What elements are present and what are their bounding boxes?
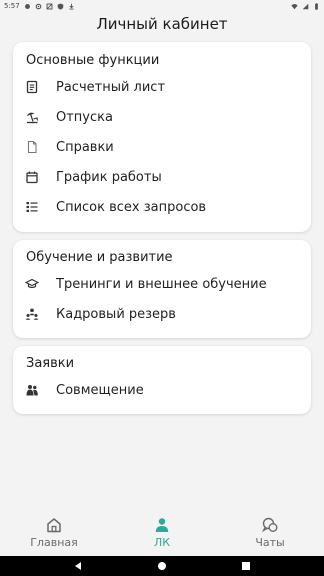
menu-item-all-requests[interactable]: Список всех запросов [13,192,311,222]
menu-item-trainings[interactable]: Тренинги и внешнее обучение [13,269,311,299]
bottom-navigation: Главная ЛК Чаты [0,508,324,556]
menu-item-certificates[interactable]: Справки [13,132,311,162]
system-navigation-bar [0,556,324,576]
menu-item-label: Расчетный лист [56,79,166,95]
nav-label: Главная [30,536,78,549]
menu-item-label: График работы [56,169,162,185]
settings-icon [35,3,42,10]
person-icon [153,516,171,534]
menu-item-vacations[interactable]: Отпуска [13,102,311,132]
document-icon [25,140,39,154]
nav-tab-lk[interactable]: ЛК [108,508,216,556]
team-icon [25,307,39,321]
home-icon [45,516,63,534]
menu-item-label: Тренинги и внешнее обучение [56,276,267,292]
status-bar: 5:57 [0,0,324,12]
back-icon[interactable] [73,561,83,571]
status-dot-icon [24,3,31,10]
nav-label: Чаты [255,536,285,549]
card-learning-development: Обучение и развитие Тренинги и внешнее о… [13,240,311,338]
status-time: 5:57 [4,2,20,10]
people-icon [25,383,39,397]
status-bar-right [291,2,320,10]
menu-item-label: Совмещение [56,382,144,398]
section-title: Основные функции [26,53,160,68]
page-title: Личный кабинет [96,15,228,33]
chat-icon [261,516,279,534]
calendar-icon [25,170,39,184]
menu-item-payslip[interactable]: Расчетный лист [13,72,311,102]
shield-icon [57,3,64,10]
nav-tab-home[interactable]: Главная [0,508,108,556]
status-bar-left: 5:57 [4,2,75,10]
nav-tab-chats[interactable]: Чаты [216,508,324,556]
payslip-icon [25,80,39,94]
signal-icon [302,3,309,10]
menu-item-schedule[interactable]: График работы [13,162,311,192]
card-applications: Заявки Совмещение [13,346,311,414]
menu-item-label: Кадровый резерв [56,306,176,322]
menu-item-label: Отпуска [56,109,113,125]
card-main-functions: Основные функции Расчетный лист Отпуска … [13,42,311,232]
nav-label: ЛК [153,536,171,549]
menu-item-talent-pool[interactable]: Кадровый резерв [13,299,311,329]
graduation-cap-icon [25,277,39,291]
recents-icon[interactable] [241,561,251,571]
home-circle-icon[interactable] [157,561,167,571]
block-icon [46,3,53,10]
section-title: Обучение и развитие [26,250,173,265]
menu-item-label: Справки [56,139,114,155]
menu-item-combination[interactable]: Совмещение [13,375,311,405]
list-icon [25,200,39,214]
battery-icon [313,2,320,10]
menu-item-label: Список всех запросов [56,199,207,215]
beach-umbrella-icon [25,110,39,124]
screen: 5:57 Личный кабинет Основные функции Рас… [0,0,324,576]
wifi-icon [291,3,298,10]
download-icon [68,3,75,10]
section-title: Заявки [26,356,75,371]
